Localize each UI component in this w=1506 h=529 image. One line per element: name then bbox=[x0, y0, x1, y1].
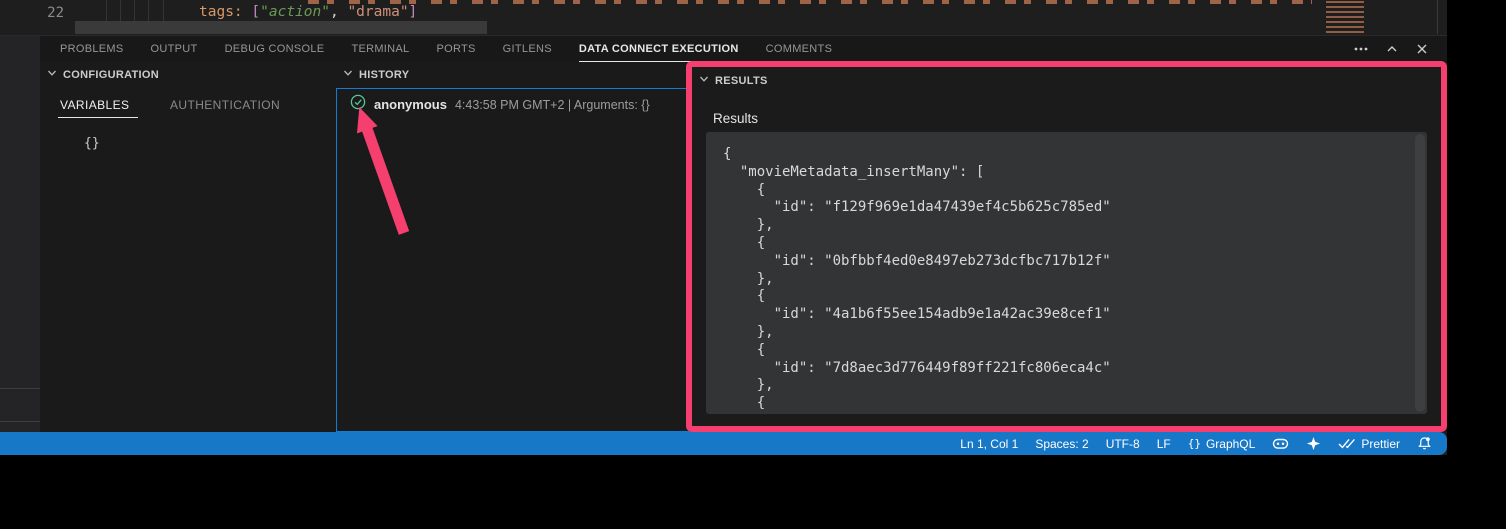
indentation-setting[interactable]: Spaces: 2 bbox=[1035, 437, 1088, 451]
code-token: tags: bbox=[199, 4, 243, 20]
maximize-panel-icon[interactable] bbox=[1385, 42, 1399, 56]
double-check-icon bbox=[1338, 437, 1356, 450]
status-bar: Ln 1, Col 1 Spaces: 2 UTF-8 LF {} GraphQ… bbox=[0, 432, 1447, 455]
copilot-icon[interactable] bbox=[1272, 435, 1289, 452]
history-section-header[interactable]: HISTORY bbox=[343, 68, 409, 81]
rail-divider bbox=[0, 388, 40, 389]
results-json-box[interactable]: { "movieMetadata_insertMany": [ { "id": … bbox=[706, 132, 1427, 414]
panel-actions bbox=[1353, 41, 1447, 57]
tab-variables[interactable]: VARIABLES bbox=[60, 98, 129, 112]
results-section-header[interactable]: RESULTS bbox=[699, 74, 768, 87]
encoding-setting[interactable]: UTF-8 bbox=[1106, 437, 1140, 451]
panel-tab-terminal[interactable]: TERMINAL bbox=[351, 36, 409, 62]
chevron-down-icon bbox=[343, 68, 353, 81]
clipped-code-line bbox=[308, 0, 1312, 4]
more-actions-icon[interactable] bbox=[1353, 41, 1369, 57]
results-title: RESULTS bbox=[715, 75, 768, 87]
tab-authentication[interactable]: AUTHENTICATION bbox=[170, 98, 280, 112]
history-item[interactable]: anonymous 4:43:58 PM GMT+2 | Arguments: … bbox=[337, 89, 689, 115]
notifications-bell-icon[interactable] bbox=[1417, 436, 1432, 451]
panel-tabbar: PROBLEMS OUTPUT DEBUG CONSOLE TERMINAL PORTS… bbox=[40, 36, 1447, 62]
active-tab-underline bbox=[58, 117, 138, 118]
data-connect-panel: CONFIGURATION VARIABLES AUTHENTICATION {… bbox=[40, 62, 1447, 432]
editor-area[interactable]: 22 tags: ["action", "drama"] bbox=[0, 0, 1447, 36]
formatter-status[interactable]: Prettier bbox=[1338, 437, 1400, 451]
cursor-position[interactable]: Ln 1, Col 1 bbox=[960, 437, 1018, 451]
current-line-highlight bbox=[75, 21, 487, 34]
code-token: "action" bbox=[260, 4, 330, 20]
line-number: 22 bbox=[38, 5, 64, 21]
chevron-down-icon bbox=[47, 68, 57, 81]
minimap-divider bbox=[1437, 0, 1438, 34]
code-token: , bbox=[330, 4, 347, 20]
history-item-name: anonymous bbox=[374, 97, 447, 112]
chevron-down-icon bbox=[699, 74, 709, 87]
results-scrollbar[interactable] bbox=[1415, 134, 1425, 412]
rail-divider bbox=[0, 421, 40, 422]
panel-tab-output[interactable]: OUTPUT bbox=[151, 36, 198, 62]
code-token: [ bbox=[251, 4, 260, 20]
panel-tab-comments[interactable]: COMMENTS bbox=[766, 36, 833, 62]
panel-tab-data-connect-execution[interactable]: DATA CONNECT EXECUTION bbox=[579, 36, 739, 62]
language-mode[interactable]: {} GraphQL bbox=[1188, 437, 1256, 451]
panel-tabs: PROBLEMS OUTPUT DEBUG CONSOLE TERMINAL PORTS… bbox=[60, 36, 832, 62]
history-title: HISTORY bbox=[359, 69, 409, 81]
results-json: { "movieMetadata_insertMany": [ { "id": … bbox=[706, 132, 1427, 413]
history-item-meta: 4:43:58 PM GMT+2 | Arguments: {} bbox=[455, 98, 650, 112]
panel-tab-problems[interactable]: PROBLEMS bbox=[60, 36, 124, 62]
history-list: anonymous 4:43:58 PM GMT+2 | Arguments: … bbox=[336, 88, 690, 432]
close-panel-icon[interactable] bbox=[1415, 42, 1429, 56]
results-label: Results bbox=[713, 111, 758, 126]
language-label: GraphQL bbox=[1206, 437, 1255, 451]
vscode-window: 22 tags: ["action", "drama"] PROBLEMS OUT… bbox=[0, 0, 1447, 455]
formatter-label: Prettier bbox=[1361, 437, 1400, 451]
variables-value[interactable]: {} bbox=[84, 136, 100, 151]
left-rail bbox=[0, 36, 40, 432]
panel-tab-gitlens[interactable]: GITLENS bbox=[503, 36, 552, 62]
configuration-title: CONFIGURATION bbox=[63, 69, 159, 81]
minimap[interactable] bbox=[1326, 1, 1380, 33]
panel-tab-ports[interactable]: PORTS bbox=[436, 36, 475, 62]
check-circle-icon bbox=[350, 94, 366, 115]
sparkle-icon[interactable] bbox=[1306, 436, 1321, 451]
braces-icon: {} bbox=[1188, 437, 1201, 450]
panel-tab-debug-console[interactable]: DEBUG CONSOLE bbox=[225, 36, 325, 62]
code-line: tags: ["action", "drama"] bbox=[199, 4, 417, 20]
code-token: "drama" bbox=[347, 4, 408, 20]
configuration-section-header[interactable]: CONFIGURATION bbox=[47, 68, 159, 81]
annotation-rectangle: RESULTS Results { "movieMetadata_insertM… bbox=[686, 61, 1447, 432]
eol-setting[interactable]: LF bbox=[1157, 437, 1171, 451]
code-token: ] bbox=[409, 4, 418, 20]
